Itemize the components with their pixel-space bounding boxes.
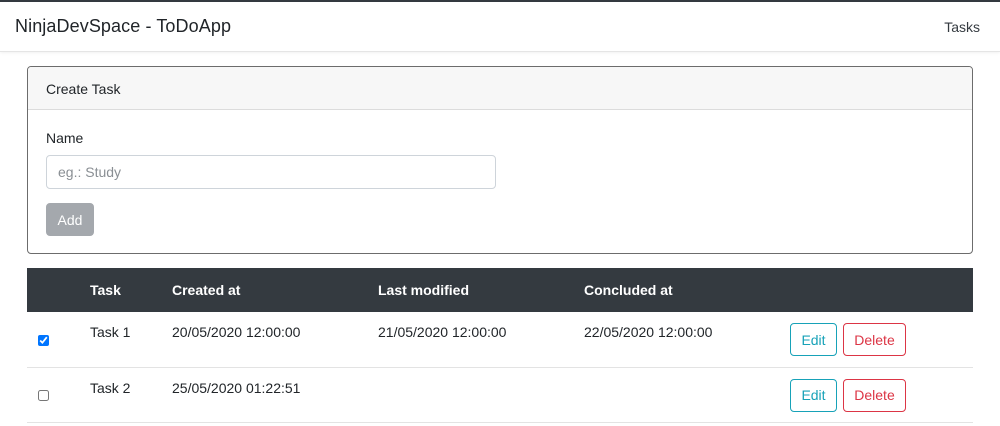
table-row: Task 1 20/05/2020 12:00:00 21/05/2020 12…	[27, 305, 973, 368]
create-task-header: Create Task	[28, 67, 972, 110]
actions-cell: Edit Delete	[790, 367, 973, 423]
task-done-checkbox[interactable]	[38, 390, 49, 402]
name-label: Name	[46, 130, 84, 146]
task-name-cell: Task 2	[90, 360, 172, 416]
row-check-cell	[27, 367, 90, 423]
task-done-checkbox[interactable]	[38, 335, 49, 347]
task-name-input[interactable]	[46, 155, 496, 189]
edit-button[interactable]: Edit	[790, 378, 837, 412]
delete-button[interactable]: Delete	[843, 378, 906, 412]
row-check-cell	[27, 312, 90, 368]
created-at-cell: 20/05/2020 12:00:00	[172, 305, 378, 361]
last-modified-cell: 21/05/2020 12:00:00	[378, 305, 584, 361]
table-row: Task 2 25/05/2020 01:22:51 Edit Delete	[27, 360, 973, 423]
header-actions	[790, 268, 973, 312]
edit-button[interactable]: Edit	[790, 323, 837, 357]
task-name-cell: Task 1	[90, 305, 172, 361]
concluded-at-cell	[584, 360, 790, 416]
brand-link[interactable]: NinjaDevSpace - ToDoApp	[15, 16, 231, 37]
navbar: NinjaDevSpace - ToDoApp Tasks	[0, 2, 1000, 52]
tasks-table-wrapper: Task Created at Last modified Concluded …	[27, 268, 973, 423]
tasks-table: Task Created at Last modified Concluded …	[27, 268, 973, 423]
created-at-cell: 25/05/2020 01:22:51	[172, 360, 378, 416]
delete-button[interactable]: Delete	[843, 323, 906, 357]
create-task-card: Create Task Name Add	[27, 66, 973, 254]
nav-link-tasks[interactable]: Tasks	[944, 19, 980, 35]
actions-cell: Edit Delete	[790, 312, 973, 368]
header-check	[27, 268, 90, 312]
concluded-at-cell: 22/05/2020 12:00:00	[584, 305, 790, 361]
last-modified-cell	[378, 360, 584, 416]
add-task-button[interactable]: Add	[46, 203, 94, 236]
